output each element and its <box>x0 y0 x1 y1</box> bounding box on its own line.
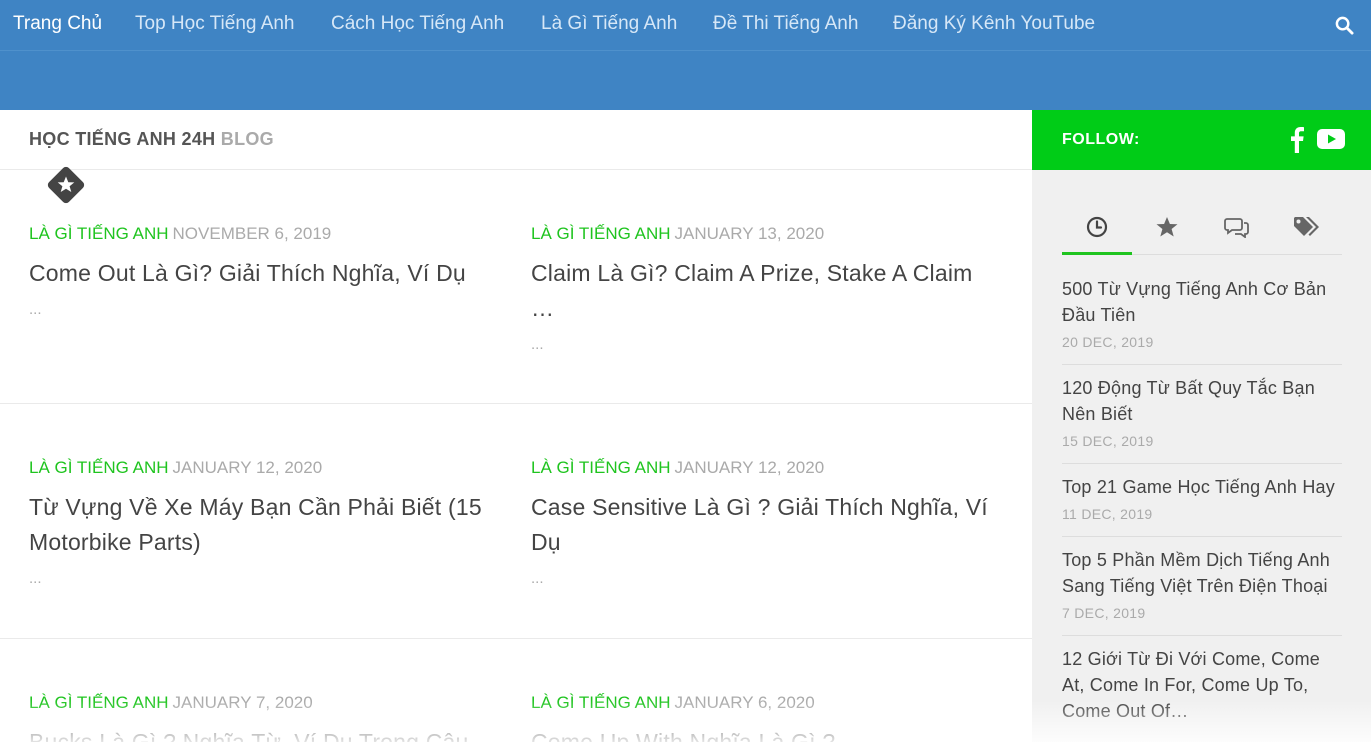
recent-post-date: 15 DEC, 2019 <box>1062 433 1154 449</box>
comments-icon <box>1224 218 1249 238</box>
post-card: LÀ GÌ TIẾNG ANH JANUARY 7, 2020 Bucks Là … <box>29 693 499 742</box>
featured-badge <box>45 164 85 204</box>
page-title: HỌC TIẾNG ANH 24H BLOG <box>0 110 1032 170</box>
nav-item-de-thi-tieng-anh[interactable]: Đề Thi Tiếng Anh <box>713 13 858 35</box>
nav-item-home[interactable]: Trang Chủ <box>13 13 102 35</box>
post-title[interactable]: Claim Là Gì? Claim A Prize, Stake A Clai… <box>531 256 1001 326</box>
tab-popular[interactable] <box>1132 210 1202 255</box>
list-item: Top 5 Phần Mềm Dịch Tiếng Anh Sang Tiếng… <box>1062 547 1342 636</box>
row-divider <box>0 638 1032 639</box>
nav-item-cach-hoc-tieng-anh[interactable]: Cách Học Tiếng Anh <box>331 13 504 35</box>
post-category[interactable]: LÀ GÌ TIẾNG ANH <box>531 693 671 712</box>
recent-post-title[interactable]: 12 Giới Từ Đi Với Come, Come At, Come In… <box>1062 646 1342 724</box>
follow-label: FOLLOW: <box>1062 131 1140 148</box>
post-title[interactable]: Bucks Là Gì ? Nghĩa Từ, Ví Dụ Trong Câu <box>29 725 499 742</box>
post-category[interactable]: LÀ GÌ TIẾNG ANH <box>29 458 169 477</box>
list-item: 120 Động Từ Bất Quy Tắc Bạn Nên Biết 15 … <box>1062 375 1342 464</box>
post-card: LÀ GÌ TIẾNG ANH JANUARY 12, 2020 Case Sen… <box>531 458 1001 587</box>
youtube-icon <box>1317 129 1345 149</box>
post-date: JANUARY 12, 2020 <box>172 458 323 477</box>
post-title[interactable]: Come Up With Nghĩa Là Gì ? <box>531 725 1001 742</box>
nav-item-top-hoc-tieng-anh[interactable]: Top Học Tiếng Anh <box>135 13 295 35</box>
post-meta: LÀ GÌ TIẾNG ANH NOVEMBER 6, 2019 <box>29 224 499 244</box>
tab-tags[interactable] <box>1272 210 1342 255</box>
nav-menu: Trang Chủ Top Học Tiếng Anh Cách Học Tiế… <box>0 0 1371 51</box>
recent-post-title[interactable]: Top 21 Game Học Tiếng Anh Hay <box>1062 474 1342 500</box>
post-category[interactable]: LÀ GÌ TIẾNG ANH <box>29 224 169 243</box>
list-item: 500 Từ Vựng Tiếng Anh Cơ Bản Đầu Tiên 20… <box>1062 276 1342 365</box>
row-divider <box>0 403 1032 404</box>
facebook-icon <box>1291 127 1304 153</box>
post-excerpt: ... <box>531 336 544 353</box>
post-meta: LÀ GÌ TIẾNG ANH JANUARY 13, 2020 <box>531 224 1001 244</box>
post-date: JANUARY 6, 2020 <box>674 693 815 712</box>
list-item: Top 21 Game Học Tiếng Anh Hay 11 DEC, 20… <box>1062 474 1342 537</box>
post-category[interactable]: LÀ GÌ TIẾNG ANH <box>29 693 169 712</box>
post-meta: LÀ GÌ TIẾNG ANH JANUARY 12, 2020 <box>29 458 499 478</box>
main-content: HỌC TIẾNG ANH 24H BLOG LÀ GÌ TIẾNG ANH NO… <box>0 110 1032 742</box>
post-date: JANUARY 13, 2020 <box>674 224 825 243</box>
recent-post-title[interactable]: Top 5 Phần Mềm Dịch Tiếng Anh Sang Tiếng… <box>1062 547 1342 599</box>
sidebar: FOLLOW: 500 Từ Vựng Tiếng Anh Cơ Bản Đầu… <box>1032 110 1371 742</box>
tab-recent[interactable] <box>1062 210 1132 255</box>
tab-comments[interactable] <box>1202 210 1272 255</box>
facebook-link[interactable] <box>1290 127 1304 158</box>
post-title[interactable]: Come Out Là Gì? Giải Thích Nghĩa, Ví Dụ <box>29 256 499 291</box>
recent-post-date: 11 DEC, 2019 <box>1062 506 1153 522</box>
header-band <box>0 51 1371 110</box>
post-excerpt: ... <box>531 570 544 587</box>
post-card: LÀ GÌ TIẾNG ANH JANUARY 12, 2020 Từ Vựng … <box>29 458 499 587</box>
recent-posts-list: 500 Từ Vựng Tiếng Anh Cơ Bản Đầu Tiên 20… <box>1062 276 1342 742</box>
search-button[interactable] <box>1317 0 1371 51</box>
post-excerpt: ... <box>29 570 42 587</box>
page-title-primary: HỌC TIẾNG ANH 24H <box>29 129 216 149</box>
post-date: JANUARY 12, 2020 <box>674 458 825 477</box>
post-title[interactable]: Từ Vựng Về Xe Máy Bạn Cần Phải Biết (15 … <box>29 490 499 560</box>
list-item: 12 Giới Từ Đi Với Come, Come At, Come In… <box>1062 646 1342 738</box>
search-icon <box>1335 16 1354 35</box>
top-navigation: Trang Chủ Top Học Tiếng Anh Cách Học Tiế… <box>0 0 1371 51</box>
tags-icon <box>1294 217 1319 236</box>
post-card: LÀ GÌ TIẾNG ANH NOVEMBER 6, 2019 Come Out… <box>29 224 499 318</box>
post-category[interactable]: LÀ GÌ TIẾNG ANH <box>531 224 671 243</box>
page-title-secondary: BLOG <box>220 129 274 149</box>
post-card: LÀ GÌ TIẾNG ANH JANUARY 6, 2020 Come Up W… <box>531 693 1001 742</box>
recent-post-date: 7 DEC, 2019 <box>1062 605 1146 621</box>
recent-post-title[interactable]: 120 Động Từ Bất Quy Tắc Bạn Nên Biết <box>1062 375 1342 427</box>
star-icon <box>47 166 85 204</box>
post-card: LÀ GÌ TIẾNG ANH JANUARY 13, 2020 Claim Là… <box>531 224 1001 353</box>
post-category[interactable]: LÀ GÌ TIẾNG ANH <box>531 458 671 477</box>
nav-item-dang-ky-kenh-youtube[interactable]: Đăng Ký Kênh YouTube <box>893 13 1095 35</box>
clock-icon <box>1086 216 1108 238</box>
recent-post-title[interactable]: 500 Từ Vựng Tiếng Anh Cơ Bản Đầu Tiên <box>1062 276 1342 328</box>
post-excerpt: ... <box>29 301 42 318</box>
youtube-link[interactable] <box>1317 128 1345 155</box>
page-title-text: HỌC TIẾNG ANH 24H BLOG <box>29 129 274 150</box>
post-meta: LÀ GÌ TIẾNG ANH JANUARY 7, 2020 <box>29 693 499 713</box>
post-title[interactable]: Case Sensitive Là Gì ? Giải Thích Nghĩa,… <box>531 490 1001 560</box>
follow-bar: FOLLOW: <box>1032 110 1371 170</box>
post-date: JANUARY 7, 2020 <box>172 693 313 712</box>
recent-post-date: 20 DEC, 2019 <box>1062 334 1154 350</box>
post-date: NOVEMBER 6, 2019 <box>172 224 332 243</box>
nav-item-la-gi-tieng-anh[interactable]: Là Gì Tiếng Anh <box>541 13 677 35</box>
sidebar-tabs <box>1062 210 1342 255</box>
post-meta: LÀ GÌ TIẾNG ANH JANUARY 6, 2020 <box>531 693 1001 713</box>
star-icon <box>1156 217 1178 237</box>
post-meta: LÀ GÌ TIẾNG ANH JANUARY 12, 2020 <box>531 458 1001 478</box>
